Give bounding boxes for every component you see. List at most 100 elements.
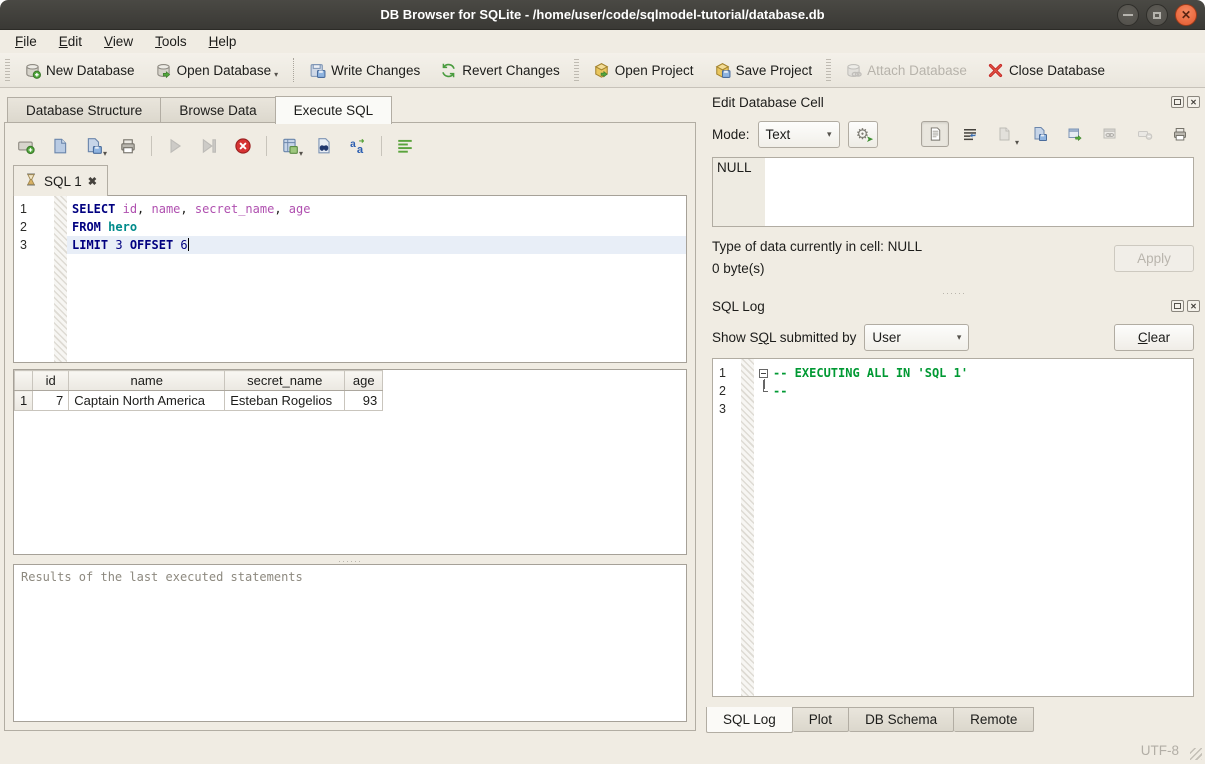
main-tabs: Database StructureBrowse DataExecute SQL: [4, 95, 698, 123]
auto-switch-mode-button[interactable]: ⚙ ➤: [848, 121, 878, 148]
resize-grip[interactable]: [1190, 748, 1202, 760]
export-data-button[interactable]: [1026, 121, 1054, 147]
code-line[interactable]: SELECT id, name, secret_name, age: [67, 200, 686, 218]
toolbar-drag-handle[interactable]: [574, 59, 579, 81]
save-results-button[interactable]: ▾: [277, 134, 303, 158]
submitted-by-select[interactable]: User ▾: [864, 324, 969, 351]
line-number: 1: [14, 200, 67, 218]
dock-splitter[interactable]: ······: [706, 287, 1202, 296]
save-project-label: Save Project: [736, 63, 813, 78]
toolbar-drag-handle[interactable]: [826, 59, 831, 81]
stop-execution-button[interactable]: [230, 134, 256, 158]
revert-changes-button[interactable]: Revert Changes: [431, 58, 569, 83]
sql-editor-tab[interactable]: SQL 1 ✖: [13, 165, 108, 196]
find-button[interactable]: [311, 134, 337, 158]
close-database-button[interactable]: Close Database: [978, 58, 1114, 83]
sql-log-view[interactable]: 123 -- EXECUTING ALL IN 'SQL 1'--: [712, 358, 1194, 697]
sql-tab-close-icon[interactable]: ✖: [88, 175, 97, 188]
write-changes-icon: [309, 62, 326, 79]
new-database-label: New Database: [46, 63, 135, 78]
cell-value-editor[interactable]: NULL: [712, 157, 1194, 227]
titlebar[interactable]: DB Browser for SQLite - /home/user/code/…: [0, 0, 1205, 30]
sql-toolbar-separator: [381, 136, 382, 156]
sql-log-close-button[interactable]: ✕: [1187, 300, 1200, 312]
word-wrap-button[interactable]: [956, 121, 984, 147]
sql-toolbar: ▾ ▾ aa: [13, 131, 687, 161]
menu-item-file[interactable]: File: [4, 32, 48, 51]
table-cell[interactable]: Esteban Rogelios: [225, 391, 345, 411]
line-number: 2: [14, 218, 67, 236]
code-line[interactable]: FROM hero: [67, 218, 686, 236]
table-row[interactable]: 17Captain North AmericaEsteban Rogelios9…: [15, 391, 383, 411]
open-project-button[interactable]: Open Project: [584, 58, 703, 83]
log-gutter: 123: [713, 359, 754, 696]
edit-cell-close-button[interactable]: ✕: [1187, 96, 1200, 108]
write-changes-button[interactable]: Write Changes: [300, 58, 429, 83]
tab-database-structure[interactable]: Database Structure: [7, 97, 160, 123]
encoding-indicator[interactable]: UTF-8: [1141, 743, 1179, 758]
filter-label: Show SQL submitted by: [712, 330, 856, 345]
editor-code[interactable]: SELECT id, name, secret_name, ageFROM he…: [67, 196, 686, 362]
maximize-button[interactable]: [1146, 4, 1168, 26]
minimize-button[interactable]: [1117, 4, 1139, 26]
mode-select[interactable]: Text ▾: [758, 121, 840, 148]
open-database-label: Open Database: [177, 63, 272, 78]
open-database-dropdown-arrow[interactable]: ▾: [274, 70, 278, 79]
open-database-button[interactable]: Open Database ▾: [146, 58, 288, 83]
table-cell[interactable]: 7: [33, 391, 69, 411]
open-in-app-button[interactable]: [1061, 121, 1089, 147]
edit-cell-float-button[interactable]: [1171, 96, 1184, 108]
column-header-age[interactable]: age: [345, 371, 383, 391]
table-cell[interactable]: 93: [345, 391, 383, 411]
attach-database-label: Attach Database: [867, 63, 967, 78]
corner-header[interactable]: [15, 371, 33, 391]
open-sql-file-button[interactable]: [47, 134, 73, 158]
code-line[interactable]: LIMIT 3 OFFSET 6: [67, 236, 686, 254]
new-sql-tab-button[interactable]: [13, 134, 39, 158]
splitter-handle-dots: ······: [338, 556, 362, 566]
column-header-id[interactable]: id: [33, 371, 69, 391]
clear-log-button[interactable]: Clear: [1114, 324, 1194, 351]
tab-execute-sql[interactable]: Execute SQL: [275, 96, 393, 124]
main-toolbar: New Database Open Database ▾ Write Chang…: [0, 53, 1205, 88]
print-sql-button[interactable]: [115, 134, 141, 158]
close-button[interactable]: ✕: [1175, 4, 1197, 26]
toolbar-drag-handle[interactable]: [5, 59, 10, 81]
auto-complete-button[interactable]: aa: [345, 134, 371, 158]
import-data-button: ▾: [991, 121, 1019, 147]
print-cell-button[interactable]: [1166, 121, 1194, 147]
menu-item-help[interactable]: Help: [198, 32, 248, 51]
table-cell[interactable]: Captain North America: [69, 391, 225, 411]
save-results-dropdown-arrow[interactable]: ▾: [299, 149, 303, 158]
bottom-tab-sql-log[interactable]: SQL Log: [706, 707, 793, 733]
column-header-secret_name[interactable]: secret_name: [225, 371, 345, 391]
fold-collapse-icon[interactable]: [759, 369, 768, 378]
results-message-pane[interactable]: Results of the last executed statements: [13, 564, 687, 722]
splitter-handle-dots: ······: [942, 288, 966, 298]
results-splitter[interactable]: ······: [13, 555, 687, 564]
menu-item-edit[interactable]: Edit: [48, 32, 93, 51]
text-mode-button[interactable]: [921, 121, 949, 147]
log-line-number: 3: [713, 400, 754, 418]
log-line: --: [754, 382, 1193, 400]
sql-log-float-button[interactable]: [1171, 300, 1184, 312]
save-sql-file-button[interactable]: ▾: [81, 134, 107, 158]
save-sql-dropdown-arrow[interactable]: ▾: [103, 149, 107, 158]
statusbar: UTF-8: [0, 733, 1205, 764]
menu-item-view[interactable]: View: [93, 32, 144, 51]
row-header[interactable]: 1: [15, 391, 33, 411]
log-line-number: 2: [713, 382, 754, 400]
log-lines: -- EXECUTING ALL IN 'SQL 1'--: [754, 359, 1193, 696]
tab-browse-data[interactable]: Browse Data: [160, 97, 274, 123]
gear-arrow-icon: ➤: [866, 135, 874, 144]
new-database-button[interactable]: New Database: [15, 58, 144, 83]
bottom-tab-remote[interactable]: Remote: [954, 707, 1034, 732]
menu-item-tools[interactable]: Tools: [144, 32, 198, 51]
bottom-tab-db-schema[interactable]: DB Schema: [849, 707, 954, 732]
save-project-button[interactable]: Save Project: [705, 58, 822, 83]
copy-link-button: [1096, 121, 1124, 147]
format-sql-button[interactable]: [392, 134, 418, 158]
sql-editor[interactable]: 123 SELECT id, name, secret_name, ageFRO…: [13, 195, 687, 363]
bottom-tab-plot[interactable]: Plot: [793, 707, 849, 732]
column-header-name[interactable]: name: [69, 371, 225, 391]
